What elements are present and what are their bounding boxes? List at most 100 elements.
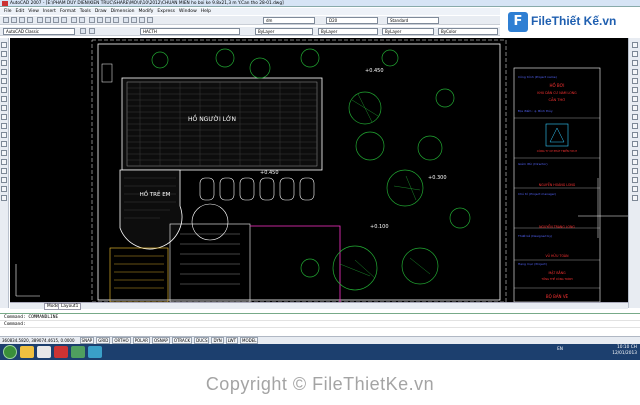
command-window[interactable]: Command: COMMANDLINE Command:	[0, 313, 640, 335]
gradient-icon[interactable]	[1, 168, 7, 174]
zoom-realtime-icon[interactable]	[97, 17, 103, 23]
redo-icon[interactable]	[79, 17, 85, 23]
stretch-icon[interactable]	[632, 114, 638, 120]
zoom-previous-icon[interactable]	[113, 17, 119, 23]
menu-draw[interactable]: Draw	[95, 9, 107, 14]
menu-format[interactable]: Format	[60, 9, 76, 14]
line-icon[interactable]	[1, 42, 7, 48]
fillet-icon[interactable]	[632, 168, 638, 174]
workspace-select[interactable]: AutoCAD Classic	[3, 28, 75, 35]
autocad-taskbar-icon[interactable]	[88, 346, 102, 358]
media-taskbar-icon[interactable]	[54, 346, 68, 358]
text-style-select[interactable]: dm	[263, 17, 315, 24]
dyn-toggle[interactable]: DYN	[211, 337, 224, 344]
mirror-icon[interactable]	[632, 60, 638, 66]
circle-icon[interactable]	[1, 96, 7, 102]
construction-line-icon[interactable]	[1, 51, 7, 57]
menu-dimension[interactable]: Dimension	[111, 9, 135, 14]
ortho-toggle[interactable]: ORTHO	[112, 337, 131, 344]
help-icon[interactable]	[147, 17, 153, 23]
otrack-toggle[interactable]: OTRACK	[171, 337, 193, 344]
clock-date[interactable]: 12/01/2013	[612, 351, 637, 357]
explorer-taskbar-icon[interactable]	[20, 346, 34, 358]
zoom-window-icon[interactable]	[105, 17, 111, 23]
dim-style-select[interactable]: D20	[326, 17, 378, 24]
layer-select[interactable]: HACTH	[140, 28, 240, 35]
lwt-toggle[interactable]: LWT	[225, 337, 239, 344]
polygon-icon[interactable]	[1, 69, 7, 75]
app-taskbar-icon[interactable]	[71, 346, 85, 358]
design-center-icon[interactable]	[131, 17, 137, 23]
menu-view[interactable]: View	[28, 9, 39, 14]
open-icon[interactable]	[11, 17, 17, 23]
lineweight-select[interactable]: ByLayer	[382, 28, 434, 35]
cut-icon[interactable]	[37, 17, 43, 23]
make-block-icon[interactable]	[1, 141, 7, 147]
grid-toggle[interactable]: GRID	[96, 337, 111, 344]
move-icon[interactable]	[632, 87, 638, 93]
browser-taskbar-icon[interactable]	[37, 346, 51, 358]
region-icon[interactable]	[1, 177, 7, 183]
color-select[interactable]: ByLayer	[255, 28, 313, 35]
arc-icon[interactable]	[1, 87, 7, 93]
menu-insert[interactable]: Insert	[43, 9, 56, 14]
paste-icon[interactable]	[53, 17, 59, 23]
menu-bar: File Edit View Insert Format Tools Draw …	[0, 8, 500, 15]
new-icon[interactable]	[3, 17, 9, 23]
menu-modify[interactable]: Modify	[139, 9, 154, 14]
print-icon[interactable]	[27, 17, 33, 23]
start-button[interactable]	[3, 345, 17, 359]
copy-object-icon[interactable]	[632, 51, 638, 57]
layer-manager-icon[interactable]	[80, 28, 86, 34]
rectangle-icon[interactable]	[1, 78, 7, 84]
table-style-select[interactable]: Standard	[387, 17, 439, 24]
join-icon[interactable]	[632, 150, 638, 156]
copy-icon[interactable]	[45, 17, 51, 23]
menu-file[interactable]: File	[4, 9, 12, 14]
plotstyle-select[interactable]: ByColor	[438, 28, 498, 35]
offset-icon[interactable]	[632, 69, 638, 75]
menu-tools[interactable]: Tools	[80, 9, 91, 14]
snap-toggle[interactable]: SNAP	[79, 337, 95, 344]
polyline-icon[interactable]	[1, 60, 7, 66]
extend-icon[interactable]	[632, 132, 638, 138]
polar-toggle[interactable]: POLAR	[132, 337, 151, 344]
osnap-toggle[interactable]: OSNAP	[152, 337, 170, 344]
point-icon[interactable]	[1, 150, 7, 156]
table-icon[interactable]	[1, 186, 7, 192]
menu-edit[interactable]: Edit	[16, 9, 25, 14]
dimension-icon[interactable]	[632, 186, 638, 192]
hatch-icon[interactable]	[1, 159, 7, 165]
properties-icon[interactable]	[123, 17, 129, 23]
match-properties-icon[interactable]	[61, 17, 67, 23]
zoom-extents-icon[interactable]	[632, 195, 638, 201]
tab-layout1[interactable]: Layout1	[58, 303, 82, 310]
revision-cloud-icon[interactable]	[1, 105, 7, 111]
chamfer-icon[interactable]	[632, 159, 638, 165]
multiline-text-icon[interactable]	[1, 195, 7, 201]
model-toggle[interactable]: MODEL	[240, 337, 259, 344]
explode-icon[interactable]	[632, 177, 638, 183]
language-indicator[interactable]: EN	[557, 347, 563, 353]
command-prompt[interactable]: Command:	[0, 321, 640, 328]
linetype-select[interactable]: ByLayer	[318, 28, 378, 35]
pan-icon[interactable]	[89, 17, 95, 23]
tool-palettes-icon[interactable]	[139, 17, 145, 23]
rotate-icon[interactable]	[632, 96, 638, 102]
ducs-toggle[interactable]: DUCS	[194, 337, 210, 344]
erase-icon[interactable]	[632, 42, 638, 48]
scale-icon[interactable]	[632, 105, 638, 111]
menu-help[interactable]: Help	[201, 9, 211, 14]
menu-window[interactable]: Window	[179, 9, 197, 14]
menu-express[interactable]: Express	[157, 9, 175, 14]
tb-manager-label: Chủ trì (Project manager)	[518, 192, 556, 196]
break-icon[interactable]	[632, 141, 638, 147]
ellipse-icon[interactable]	[1, 123, 7, 129]
trim-icon[interactable]	[632, 123, 638, 129]
drawing-canvas[interactable]: HỒ NGƯỜI LỚN HỒ TRẺ EM +0.450 +0.300 +0.…	[10, 38, 628, 302]
save-icon[interactable]	[19, 17, 25, 23]
insert-block-icon[interactable]	[1, 132, 7, 138]
undo-icon[interactable]	[71, 17, 77, 23]
spline-icon[interactable]	[1, 114, 7, 120]
array-icon[interactable]	[632, 78, 638, 84]
